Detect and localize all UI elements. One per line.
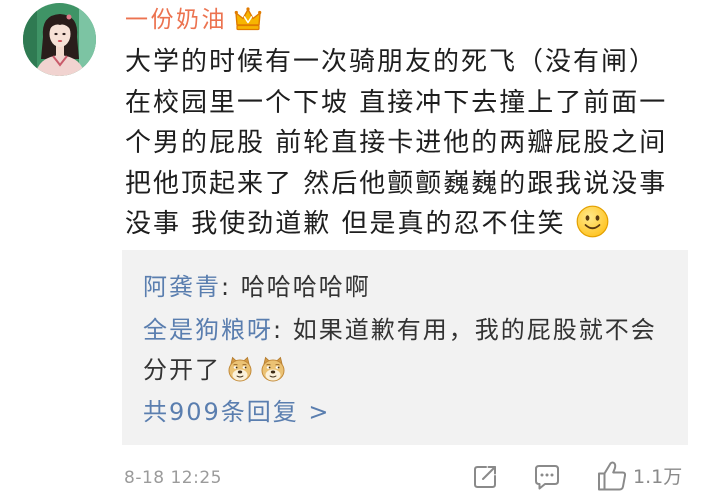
comment-text-line-last: 没事 我使劲道歉 但是真的忍不住笑 (125, 204, 705, 245)
like-button[interactable]: 1.1万 (595, 458, 695, 494)
doge-emoji-icon (226, 355, 254, 383)
user-avatar[interactable] (23, 3, 96, 76)
smile-emoji-icon (576, 205, 609, 238)
comment-text-line: 大学的时候有一次骑朋友的死飞（没有闸） (125, 47, 658, 77)
comment-text-line: 没事 我使劲道歉 但是真的忍不住笑 (125, 209, 566, 239)
comment-body: 大学的时候有一次骑朋友的死飞（没有闸） 在校园里一个下坡 直接冲下去撞上了前面一… (125, 42, 705, 245)
thumbs-up-icon (595, 458, 629, 494)
crown-icon (234, 6, 262, 32)
reply-text: 分开了 (143, 356, 221, 384)
reply-line: 分开了 (143, 350, 680, 390)
reply-list: 阿龚青: 哈哈哈哈啊 全是狗粮呀: 如果道歉有用，我的屁股就不会 分开了 共90… (143, 267, 680, 432)
reply-item: 全是狗粮呀: 如果道歉有用，我的屁股就不会 分开了 (143, 310, 680, 390)
username-link[interactable]: 一份奶油 (125, 4, 227, 36)
doge-emoji-icon (259, 355, 287, 383)
reply-author-link[interactable]: 阿龚青 (143, 273, 221, 301)
avatar-image (23, 3, 96, 76)
comment-button[interactable] (530, 460, 564, 494)
reply-separator: : (273, 316, 293, 344)
view-all-replies-link[interactable]: 共909条回复 > (143, 392, 331, 432)
comment-card: 一份奶油 大学的时候有一次骑朋友的死飞（没有闸） 在校园里一个下坡 直接冲下去撞… (0, 0, 712, 500)
comment-icon (535, 465, 559, 490)
like-count: 1.1万 (633, 466, 683, 488)
reply-line: 全是狗粮呀: 如果道歉有用，我的屁股就不会 (143, 310, 680, 350)
comment-text-line: 个男的屁股 前轮直接卡进他的两瓣屁股之间 (125, 128, 668, 158)
share-button[interactable] (468, 460, 502, 494)
comment-text-line: 把他顶起来了 然后他颤颤巍巍的跟我说没事 (125, 168, 668, 199)
reply-author-link[interactable]: 全是狗粮呀 (143, 316, 273, 344)
comment-text-line: 在校园里一个下坡 直接冲下去撞上了前面一 (125, 87, 668, 118)
reply-text: 哈哈哈哈啊 (240, 273, 371, 301)
reply-separator: : (221, 273, 241, 301)
reply-text: 如果道歉有用，我的屁股就不会 (292, 316, 657, 344)
comment-timestamp: 8-18 12:25 (124, 468, 222, 488)
reply-item: 阿龚青: 哈哈哈哈啊 (143, 267, 680, 307)
share-icon (474, 466, 496, 488)
reply-preview-box: 阿龚青: 哈哈哈哈啊 全是狗粮呀: 如果道歉有用，我的屁股就不会 分开了 共90… (122, 250, 688, 445)
